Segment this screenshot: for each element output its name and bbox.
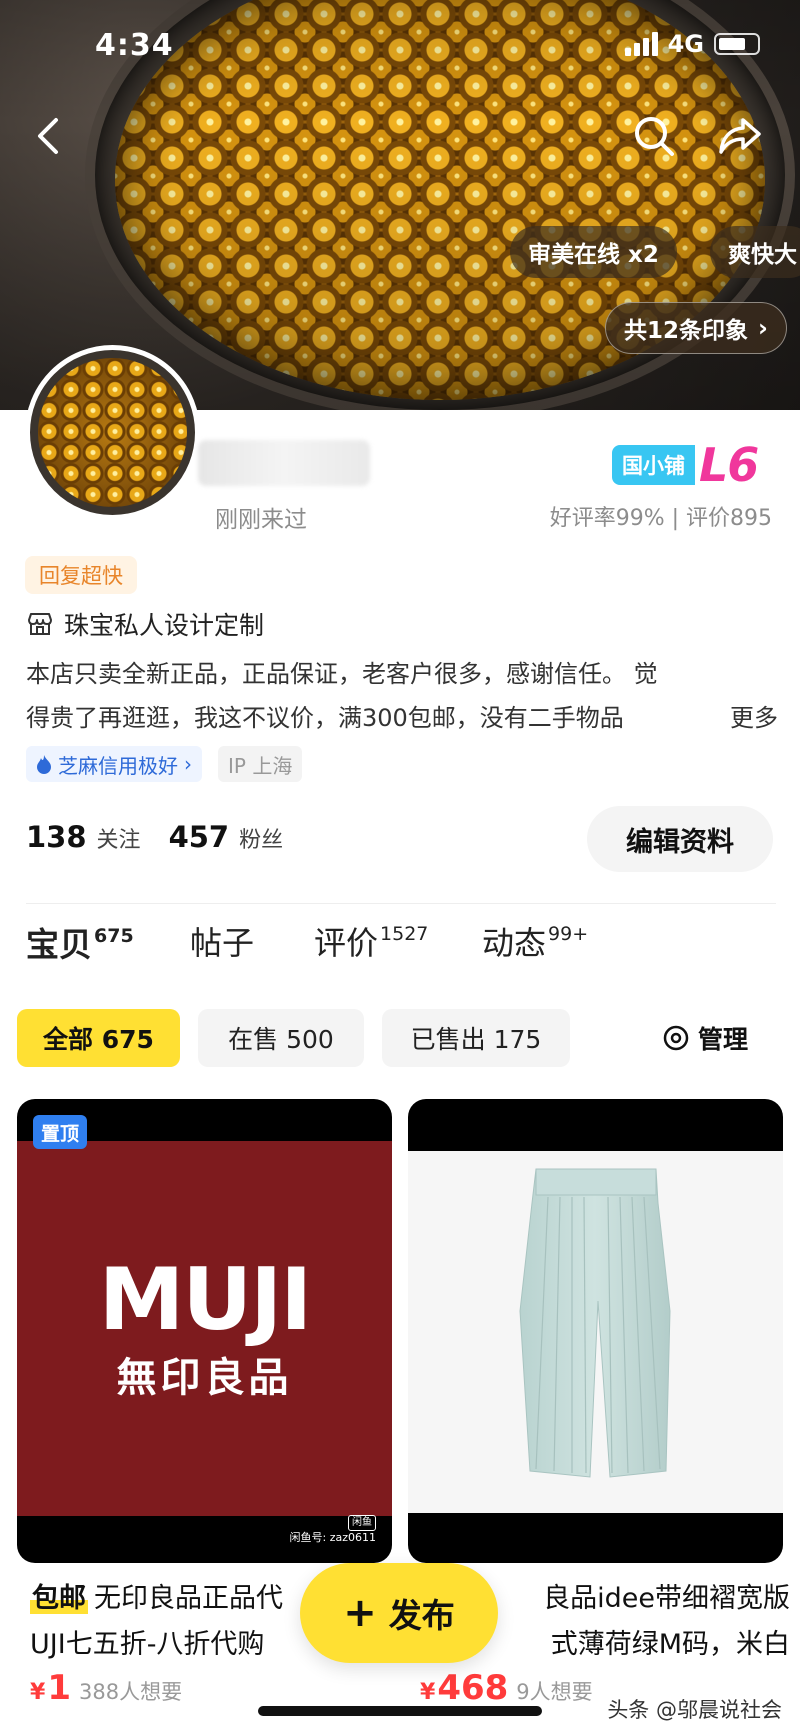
shop-category-label: 珠宝私人设计定制 bbox=[64, 611, 265, 640]
manage-label: 管理 bbox=[697, 1025, 748, 1054]
share-button[interactable] bbox=[716, 112, 764, 160]
tab-reviews[interactable]: 评价 1527 bbox=[314, 918, 428, 964]
image-brand-cn: 無印良品 bbox=[116, 1354, 293, 1401]
manage-icon bbox=[663, 1025, 689, 1051]
following-label[interactable]: 关注 bbox=[97, 822, 141, 854]
tab-label: 宝贝 bbox=[26, 925, 92, 964]
image-watermark: 闲鱼 闲鱼号: zaz0611 bbox=[289, 1515, 377, 1545]
pinned-badge: 置顶 bbox=[33, 1115, 88, 1149]
tab-label: 动态 bbox=[482, 924, 547, 962]
edit-profile-button[interactable]: 编辑资料 bbox=[587, 806, 773, 872]
flame-icon bbox=[37, 755, 51, 774]
followers-count[interactable]: 457 bbox=[169, 820, 230, 854]
tab-label: 帖子 bbox=[190, 924, 255, 962]
product-image bbox=[408, 1151, 783, 1513]
watermark-id: 闲鱼号: zaz0611 bbox=[289, 1531, 377, 1544]
pants-image bbox=[519, 1168, 671, 1478]
follow-stats: 138 关注 457 粉丝 bbox=[26, 820, 301, 854]
chevron-right-icon: › bbox=[184, 752, 192, 776]
manage-button[interactable]: 管理 bbox=[650, 1009, 760, 1067]
chevron-right-icon: › bbox=[758, 314, 768, 342]
credit-label: 芝麻信用极好 bbox=[58, 753, 178, 778]
impressions-link[interactable]: 共12条印象 › bbox=[605, 302, 787, 354]
tab-activity[interactable]: 动态 99+ bbox=[482, 918, 588, 964]
home-indicator[interactable] bbox=[258, 1706, 542, 1716]
status-time: 4:34 bbox=[95, 28, 174, 63]
filter-all[interactable]: 全部 675 bbox=[17, 1009, 180, 1067]
tab-count: 99+ bbox=[548, 923, 589, 945]
rating-summary[interactable]: 好评率99% | 评价895 bbox=[550, 500, 772, 532]
product-price-row: ¥468 9人想要 bbox=[420, 1668, 593, 1708]
followers-label[interactable]: 粉丝 bbox=[239, 822, 283, 854]
impression-tag[interactable]: 爽快大 bbox=[710, 226, 800, 278]
level-number: L6 bbox=[699, 438, 759, 492]
store-icon bbox=[28, 613, 52, 635]
level-tag: 国小铺 bbox=[612, 445, 695, 485]
reply-badge: 回复超快 bbox=[25, 556, 137, 594]
image-brand-en: MUJI bbox=[98, 1249, 312, 1350]
network-type: 4G bbox=[667, 30, 704, 58]
last-seen: 刚刚来过 bbox=[215, 507, 307, 533]
watermark-logo: 闲鱼 bbox=[348, 1515, 376, 1531]
back-button[interactable] bbox=[24, 112, 72, 160]
product-price-row: ¥1 388人想要 bbox=[30, 1668, 182, 1708]
impressions-label: 共12条印象 bbox=[624, 318, 749, 344]
search-button[interactable] bbox=[630, 112, 678, 160]
ip-location: IP 上海 bbox=[218, 746, 303, 782]
tab-count: 1527 bbox=[380, 923, 429, 945]
free-shipping-tag: 包邮 bbox=[30, 1583, 88, 1614]
description-line: 本店只卖全新正品，正品保证，老客户很多，感谢信任。 觉 bbox=[26, 660, 658, 688]
search-icon bbox=[635, 117, 674, 156]
source-watermark: 头条 @邬晨说社会 bbox=[607, 1698, 782, 1722]
shop-name-blurred bbox=[198, 440, 370, 486]
share-icon bbox=[719, 118, 761, 154]
following-count[interactable]: 138 bbox=[26, 820, 87, 854]
tab-items[interactable]: 宝贝 675 bbox=[26, 918, 134, 966]
shop-category: 珠宝私人设计定制 bbox=[26, 606, 264, 642]
shop-level[interactable]: 国小铺 L6 bbox=[612, 438, 759, 492]
product-card[interactable]: MUJI 無印良品 置顶 闲鱼 闲鱼号: zaz0611 bbox=[17, 1099, 392, 1563]
shop-description: 本店只卖全新正品，正品保证，老客户很多，感谢信任。 觉 得贵了再逛逛，我这不议价… bbox=[26, 652, 778, 740]
filter-sold[interactable]: 已售出 175 bbox=[382, 1009, 570, 1067]
back-icon bbox=[38, 118, 58, 154]
description-line: 得贵了再逛逛，我这不议价，满300包邮，没有二手物品 bbox=[26, 704, 624, 732]
divider bbox=[26, 903, 776, 904]
want-count: 9人想要 bbox=[516, 1680, 593, 1704]
product-card[interactable] bbox=[408, 1099, 783, 1563]
filter-on-sale[interactable]: 在售 500 bbox=[198, 1009, 364, 1067]
tab-posts[interactable]: 帖子 bbox=[190, 918, 254, 964]
publish-button[interactable]: + 发布 bbox=[300, 1563, 498, 1663]
credit-chip[interactable]: 芝麻信用极好 › bbox=[26, 746, 202, 782]
product-price: ¥1 bbox=[30, 1668, 71, 1708]
battery-icon bbox=[714, 33, 760, 55]
signal-icon bbox=[624, 32, 658, 56]
tab-label: 评价 bbox=[314, 924, 379, 962]
shop-avatar[interactable] bbox=[25, 345, 200, 520]
plus-icon: + bbox=[343, 1590, 377, 1636]
more-link[interactable]: 更多 bbox=[696, 696, 778, 740]
publish-label: 发布 bbox=[388, 1596, 455, 1635]
impression-tag[interactable]: 审美在线 x2 bbox=[510, 226, 677, 278]
want-count: 388人想要 bbox=[78, 1680, 183, 1704]
product-image: MUJI 無印良品 bbox=[17, 1141, 392, 1516]
status-bar-right: 4G bbox=[624, 30, 760, 58]
tab-count: 675 bbox=[94, 925, 134, 947]
product-price: ¥468 bbox=[420, 1668, 509, 1708]
